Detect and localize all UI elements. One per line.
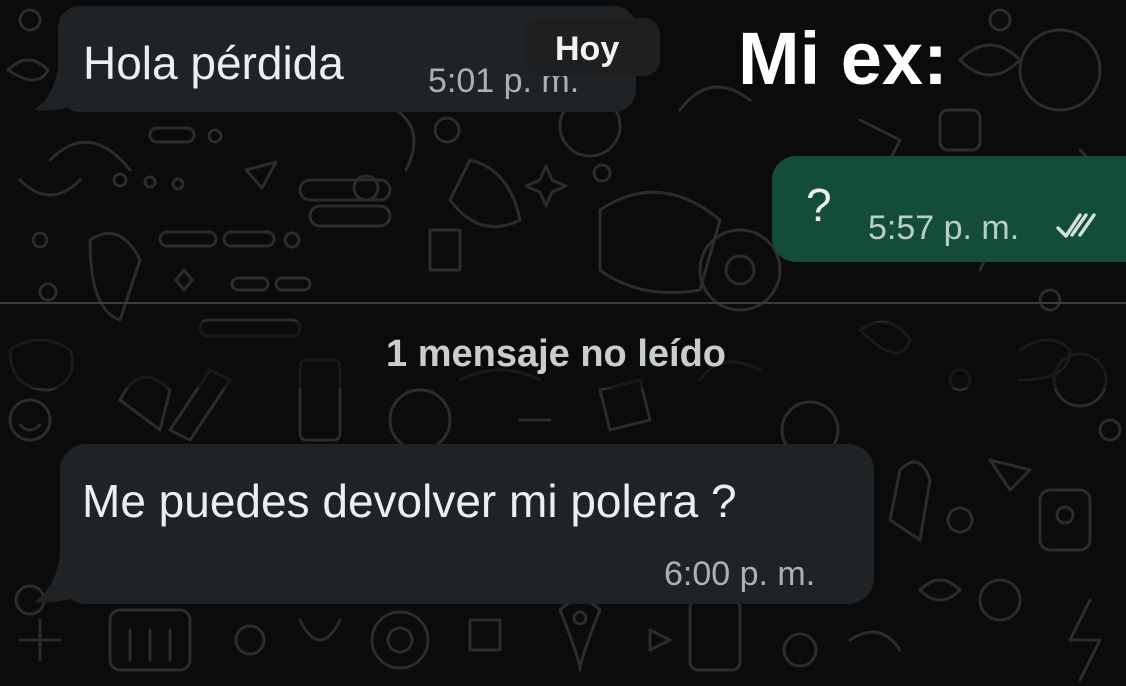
chat-divider-line: [0, 302, 1126, 304]
message-timestamp: 6:00 p. m.: [664, 555, 816, 593]
incoming-message-bubble[interactable]: Me puedes devolver mi polera ? 6:00 p. m…: [60, 444, 874, 604]
double-check-icon: [1056, 213, 1096, 238]
message-text: Hola pérdida: [83, 37, 344, 89]
message-text: Me puedes devolver mi polera ?: [82, 475, 737, 527]
unread-messages-label: 1 mensaje no leído: [386, 333, 726, 375]
date-separator-chip: Hoy: [525, 18, 660, 76]
outgoing-message-bubble[interactable]: ? 5:57 p. m.: [772, 156, 1126, 262]
meme-caption: Mi ex:: [738, 17, 948, 100]
date-label: Hoy: [555, 30, 620, 68]
message-text: ?: [806, 179, 832, 231]
message-timestamp: 5:57 p. m.: [868, 209, 1020, 247]
